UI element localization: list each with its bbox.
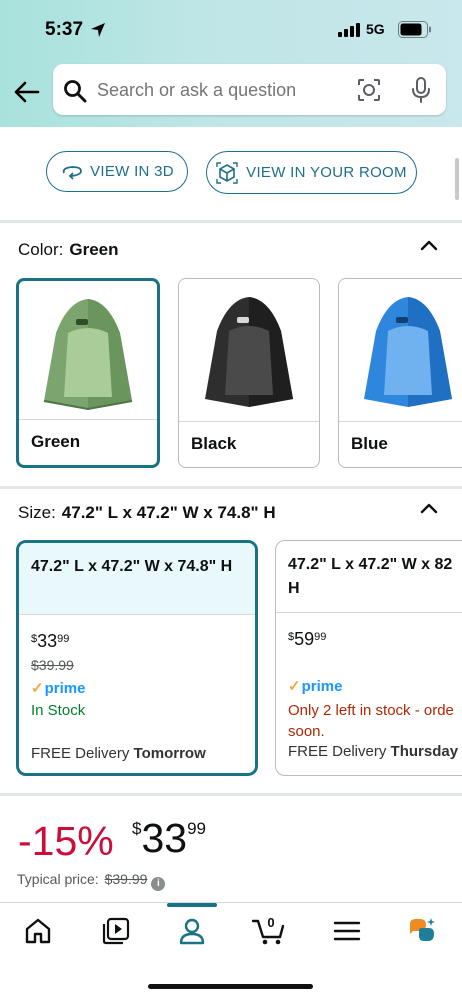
home-indicator xyxy=(148,984,313,989)
delivery-info: FREE Delivery Tomorrow xyxy=(31,745,206,762)
size-option-card[interactable]: 47.2" L x 47.2" W x 74.8" H $3399 $39.99… xyxy=(16,540,258,776)
color-option-label: Green xyxy=(19,419,157,465)
color-swatch-green[interactable]: Green xyxy=(16,278,160,468)
menu-icon[interactable] xyxy=(332,916,362,946)
discount-percent: -15% xyxy=(18,818,114,864)
nav-active-indicator xyxy=(167,903,217,907)
signal-icon xyxy=(338,23,360,37)
deal-price: $3399 xyxy=(132,815,206,861)
color-swatch-blue[interactable]: Blue xyxy=(338,278,462,468)
home-icon[interactable] xyxy=(23,916,53,946)
rufus-assistant-icon[interactable] xyxy=(407,916,437,946)
rotate-3d-icon xyxy=(62,165,82,180)
status-time: 5:37 xyxy=(45,19,84,40)
view-in-3d-button[interactable]: VIEW IN 3D xyxy=(46,151,188,192)
camera-lens-icon[interactable] xyxy=(357,78,381,102)
divider xyxy=(0,486,462,489)
prime-badge: ✓ prime xyxy=(288,677,343,696)
size-selected-value: 47.2" L x 47.2" W x 74.8" H xyxy=(61,503,276,522)
top-header: 5:37 5G xyxy=(0,0,462,127)
info-icon[interactable]: i xyxy=(151,877,166,891)
tent-image-green xyxy=(19,281,157,423)
ar-cube-icon xyxy=(216,161,238,184)
network-type: 5G xyxy=(366,21,385,37)
divider xyxy=(0,793,462,796)
cart-count: 0 xyxy=(267,915,275,930)
view-in-3d-label: VIEW IN 3D xyxy=(90,163,174,180)
color-option-label: Blue xyxy=(339,421,462,467)
color-swatch-black[interactable]: Black xyxy=(178,278,320,468)
color-selected-value: Green xyxy=(69,240,119,259)
view-in-room-button[interactable]: VIEW IN YOUR ROOM xyxy=(206,151,417,194)
tent-image-black xyxy=(179,279,319,421)
microphone-icon[interactable] xyxy=(411,77,431,103)
back-arrow-icon[interactable] xyxy=(14,80,40,104)
video-icon[interactable] xyxy=(101,916,131,946)
chevron-up-icon[interactable] xyxy=(420,239,438,251)
color-label: Color: Green xyxy=(18,240,119,259)
tent-image-blue xyxy=(339,279,462,421)
size-option-price: $3399 xyxy=(31,631,70,651)
search-bar[interactable] xyxy=(53,64,446,115)
delivery-info: FREE Delivery Thursday xyxy=(288,743,459,760)
size-option-list-price: $39.99 xyxy=(31,657,74,673)
location-arrow-icon xyxy=(91,23,105,37)
divider xyxy=(0,220,462,223)
size-option-name: 47.2" L x 47.2" W x 74.8" H xyxy=(19,543,255,615)
stock-status: In Stock xyxy=(31,702,86,719)
prime-badge: ✓ prime xyxy=(31,679,86,698)
account-icon[interactable] xyxy=(177,916,207,946)
battery-icon xyxy=(398,21,431,38)
typical-price: Typical price: $39.99 i xyxy=(17,871,166,891)
view-in-room-label: VIEW IN YOUR ROOM xyxy=(246,164,407,181)
size-label: Size: 47.2" L x 47.2" W x 74.8" H xyxy=(18,503,276,522)
stock-status: Only 2 left in stock - orde soon. xyxy=(288,702,454,740)
scrollbar[interactable] xyxy=(455,158,459,200)
size-option-name: 47.2" L x 47.2" W x 82 H xyxy=(276,541,462,613)
chevron-up-icon[interactable] xyxy=(420,502,438,514)
search-icon xyxy=(64,80,87,103)
color-option-label: Black xyxy=(179,421,319,467)
search-input[interactable] xyxy=(97,80,337,101)
size-option-price: $5999 xyxy=(288,629,327,649)
size-option-card[interactable]: 47.2" L x 47.2" W x 82 H $5999 ✓ prime Onl… xyxy=(275,540,462,776)
